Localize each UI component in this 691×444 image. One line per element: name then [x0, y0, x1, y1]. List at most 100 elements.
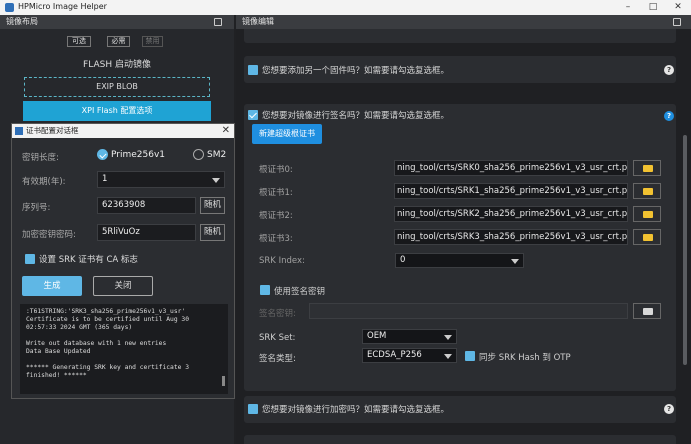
- close-window-button[interactable]: ✕: [670, 1, 686, 13]
- encrypt-image-checkbox[interactable]: [248, 404, 258, 414]
- close-icon[interactable]: ✕: [222, 124, 230, 138]
- help-icon[interactable]: ?: [664, 404, 674, 414]
- use-sign-key-checkbox[interactable]: [260, 285, 270, 295]
- sign-key-label: 签名密钥:: [259, 309, 296, 319]
- add-firmware-card: 您想要添加另一个固件吗？如需要请勾选复选框。 ?: [244, 56, 676, 83]
- minimize-button[interactable]: –: [620, 1, 636, 13]
- layout-pane-title: 镜像布局: [6, 17, 38, 26]
- exip-blob-block[interactable]: EXIP BLOB: [24, 77, 210, 97]
- root-cert-1-label: 根证书1:: [259, 188, 293, 198]
- log-scrollbar[interactable]: [222, 376, 225, 386]
- legend-available: 可选: [67, 36, 91, 47]
- help-icon[interactable]: ?: [664, 65, 674, 75]
- serial-input[interactable]: 62363908: [97, 197, 196, 214]
- browse-sign-key-button[interactable]: [633, 303, 661, 319]
- edit-pane-scrollbar[interactable]: [683, 135, 687, 365]
- sign-type-select[interactable]: ECDSA_P256: [362, 348, 457, 363]
- srk-index-select[interactable]: 0: [395, 253, 524, 268]
- prime256v1-radio[interactable]: [97, 149, 108, 160]
- random-serial-button[interactable]: 随机: [200, 197, 225, 214]
- generate-button[interactable]: 生成: [22, 276, 82, 296]
- sign-key-field[interactable]: [309, 303, 628, 319]
- close-button[interactable]: 关闭: [93, 276, 153, 296]
- encrypt-card: 您想要对镜像进行加密吗？如需要请勾选复选框。 ?: [244, 396, 676, 423]
- password-label: 加密密钥密码:: [22, 230, 76, 240]
- legend-disabled: 禁用: [142, 36, 163, 47]
- validity-label: 有效期(年):: [22, 177, 66, 187]
- log-line: :T61STRING:'SRK3_sha256_prime256v1_v3_us…: [26, 308, 186, 315]
- layout-pane-header: 镜像布局: [0, 15, 234, 29]
- ca-flag-label: 设置 SRK 证书有 CA 标志: [39, 255, 138, 265]
- window-title: HPMicro Image Helper: [18, 2, 107, 11]
- xpi-flash-config-block[interactable]: XPI Flash 配置选项: [23, 101, 211, 121]
- previous-section-card: [244, 29, 676, 43]
- ca-flag-checkbox[interactable]: [25, 254, 35, 264]
- sign-type-label: 签名类型:: [259, 354, 296, 364]
- log-line: Data Base Updated: [26, 348, 91, 355]
- password-input[interactable]: 5RliVuOz: [97, 224, 196, 241]
- folder-icon: [643, 308, 653, 315]
- folder-icon: [643, 188, 653, 195]
- help-icon[interactable]: ?: [664, 111, 674, 121]
- root-cert-2-label: 根证书2:: [259, 211, 293, 221]
- sm2-label: SM2: [207, 150, 227, 160]
- browse-root-cert-0-button[interactable]: [633, 160, 661, 176]
- new-root-cert-button[interactable]: 新建超级根证书: [252, 124, 322, 144]
- validity-select[interactable]: 1: [97, 171, 225, 188]
- srk-set-select[interactable]: OEM: [362, 329, 457, 344]
- browse-root-cert-2-button[interactable]: [633, 206, 661, 222]
- legend-required: 必需: [107, 36, 130, 47]
- key-length-label: 密钥长度:: [22, 153, 59, 163]
- browse-root-cert-3-button[interactable]: [633, 229, 661, 245]
- root-cert-2-path[interactable]: ning_tool/crts/SRK2_sha256_prime256v1_v3…: [394, 206, 628, 222]
- validity-value: 1: [102, 174, 108, 184]
- use-sign-key-label: 使用签名密钥: [274, 287, 326, 297]
- log-line: finished! ******: [26, 372, 87, 379]
- signing-card: 您想要对镜像进行签名吗？如需要请勾选复选框。 ?: [244, 104, 676, 391]
- root-cert-1-path[interactable]: ning_tool/crts/SRK1_sha256_prime256v1_v3…: [394, 183, 628, 199]
- random-password-button[interactable]: 随机: [200, 224, 225, 241]
- sign-type-value: ECDSA_P256: [367, 350, 422, 360]
- generation-log: :T61STRING:'SRK3_sha256_prime256v1_v3_us…: [20, 304, 228, 394]
- chevron-down-icon: [444, 335, 452, 340]
- edit-pane-header: 镜像编辑: [236, 15, 691, 29]
- root-cert-3-path[interactable]: ning_tool/crts/SRK3_sha256_prime256v1_v3…: [394, 229, 628, 245]
- sign-image-question: 您想要对镜像进行签名吗？如需要请勾选复选框。: [262, 111, 450, 121]
- folder-icon: [643, 234, 653, 241]
- prime256v1-label: Prime256v1: [111, 150, 166, 160]
- log-line: Certificate is to be certified until Aug…: [26, 316, 190, 323]
- dialog-app-icon: [15, 127, 23, 135]
- sm2-radio[interactable]: [193, 149, 204, 160]
- add-firmware-question: 您想要添加另一个固件吗？如需要请勾选复选框。: [262, 66, 450, 76]
- srk-index-label: SRK Index:: [259, 256, 305, 266]
- window-titlebar: HPMicro Image Helper – □ ✕: [0, 0, 691, 15]
- chevron-down-icon: [511, 259, 519, 264]
- root-cert-0-label: 根证书0:: [259, 165, 293, 175]
- chevron-down-icon: [444, 354, 452, 359]
- log-line: Write out database with 1 new entries: [26, 340, 167, 347]
- pane-float-icon[interactable]: [214, 18, 222, 26]
- serial-label: 序列号:: [22, 203, 51, 213]
- encrypt-image-question: 您想要对镜像进行加密吗？如需要请勾选复选框。: [262, 405, 450, 415]
- log-line: 02:57:33 2024 GMT (365 days): [26, 324, 133, 331]
- sign-image-checkbox[interactable]: [248, 110, 258, 120]
- root-cert-0-path[interactable]: ning_tool/crts/SRK0_sha256_prime256v1_v3…: [394, 160, 628, 176]
- sync-srk-hash-checkbox[interactable]: [465, 351, 475, 361]
- edit-pane-title: 镜像编辑: [242, 17, 274, 26]
- srk-index-value: 0: [400, 255, 406, 265]
- srk-set-label: SRK Set:: [259, 333, 296, 343]
- root-cert-3-label: 根证书3:: [259, 234, 293, 244]
- pane-float-icon[interactable]: [673, 18, 681, 26]
- edit-pane: 镜像编辑 您想要添加另一个固件吗？如需要请勾选复选框。 ? 您想要对镜像进行签名…: [236, 15, 691, 444]
- sync-srk-hash-label: 同步 SRK Hash 到 OTP: [479, 353, 571, 363]
- add-firmware-checkbox[interactable]: [248, 65, 258, 75]
- browse-root-cert-1-button[interactable]: [633, 183, 661, 199]
- maximize-button[interactable]: □: [645, 1, 661, 13]
- log-line: ****** Generating SRK key and certificat…: [26, 364, 190, 371]
- flash-image-title: FLASH 启动镜像: [83, 60, 151, 70]
- chevron-down-icon: [212, 178, 220, 183]
- folder-icon: [643, 165, 653, 172]
- dialog-title: 证书配置对话框: [26, 126, 79, 135]
- app-logo-icon: [5, 3, 14, 12]
- folder-icon: [643, 211, 653, 218]
